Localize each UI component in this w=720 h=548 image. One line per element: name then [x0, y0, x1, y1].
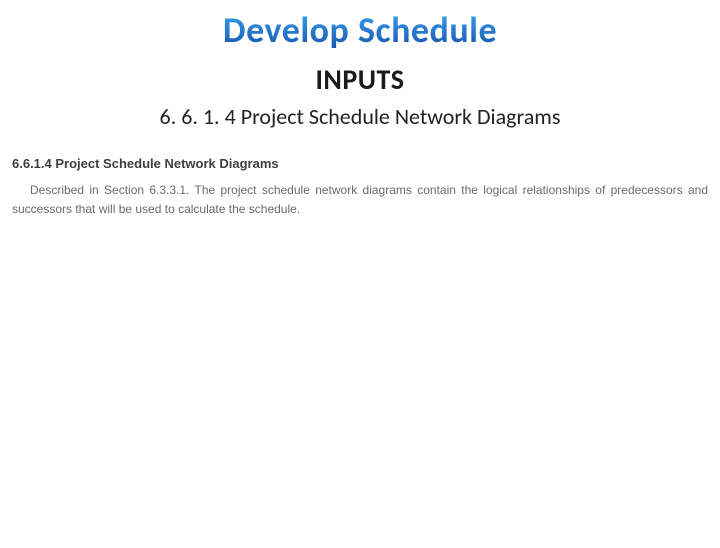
- slide-title: Develop Schedule: [0, 8, 720, 52]
- excerpt-heading: 6.6.1.4 Project Schedule Network Diagram…: [12, 156, 708, 171]
- excerpt-body: Described in Section 6.3.3.1. The projec…: [12, 181, 708, 218]
- section-number: 6. 6. 1. 4 Project Schedule Network Diag…: [0, 103, 720, 130]
- slide: Develop Schedule INPUTS 6. 6. 1. 4 Proje…: [0, 8, 720, 548]
- inputs-subheader: INPUTS: [0, 62, 720, 97]
- excerpt-block: 6.6.1.4 Project Schedule Network Diagram…: [0, 156, 720, 218]
